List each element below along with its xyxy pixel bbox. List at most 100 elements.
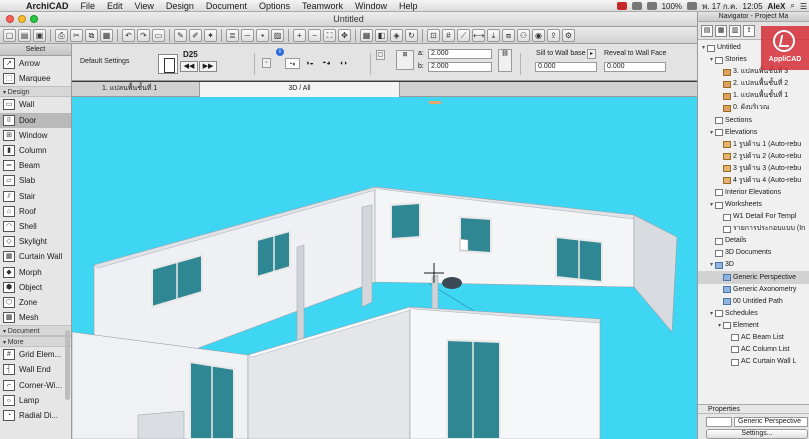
- tool-window[interactable]: ⊞ Window: [0, 128, 71, 143]
- tree-item[interactable]: Generic Axonometry: [698, 284, 809, 296]
- tree-item[interactable]: 2. แปลนพื้นชั้นที่ 2: [698, 78, 809, 90]
- dimension-schema-icon[interactable]: ⊞: [396, 50, 414, 70]
- 3d-viewport[interactable]: [72, 97, 697, 439]
- volume-tray-icon[interactable]: [646, 2, 657, 10]
- height-field[interactable]: 2.000: [428, 62, 492, 72]
- zoom-out-icon[interactable]: −: [308, 28, 321, 42]
- tool-grid-elem[interactable]: # Grid Elem...: [0, 347, 71, 362]
- menu-document[interactable]: Document: [200, 0, 253, 12]
- view-id-field[interactable]: [706, 417, 732, 427]
- project-map-icon[interactable]: ▤: [701, 24, 713, 37]
- tool-shell[interactable]: ◠ Shell: [0, 219, 71, 234]
- tree-item[interactable]: ▾ Schedules: [698, 308, 809, 320]
- tool-corner-wi[interactable]: ⌐ Corner-Wi...: [0, 378, 71, 393]
- tree-item[interactable]: Interior Elevations: [698, 187, 809, 199]
- copy-icon[interactable]: ⧉: [85, 28, 98, 42]
- gravity-icon[interactable]: ⤓: [487, 28, 500, 42]
- menu-edit[interactable]: Edit: [101, 0, 129, 12]
- disclosure-triangle-icon[interactable]: ▾: [708, 259, 715, 271]
- window-list-icon[interactable]: ▭: [152, 28, 165, 42]
- menu-help[interactable]: Help: [393, 0, 424, 12]
- wifi-tray-icon[interactable]: [631, 2, 642, 10]
- tool-radial-di[interactable]: ◔ Radial Di...: [0, 408, 71, 423]
- sill-field[interactable]: 0.000: [535, 62, 597, 72]
- tool-mesh[interactable]: ▩ Mesh: [0, 310, 71, 325]
- layer-name[interactable]: D25: [183, 50, 198, 59]
- tree-item[interactable]: Generic Perspective: [698, 271, 809, 284]
- tree-item[interactable]: AC Column List: [698, 344, 809, 356]
- width-field[interactable]: 2.000: [428, 49, 492, 59]
- opening-orient-4-icon[interactable]: ◖◗: [336, 58, 351, 69]
- measure-icon[interactable]: ⟷: [472, 28, 485, 42]
- toolbox-scrollbar[interactable]: [65, 330, 70, 400]
- tab-floor-plan[interactable]: 1. แปลนพื้นชั้นที่ 1: [72, 82, 200, 97]
- settings-icon[interactable]: ⚙: [562, 28, 575, 42]
- trace-icon[interactable]: ⊡: [427, 28, 440, 42]
- tree-item[interactable]: ▾ Element: [698, 320, 809, 332]
- settings-button[interactable]: Settings...: [706, 429, 808, 439]
- new-file-icon[interactable]: ▢: [3, 28, 16, 42]
- menu-teamwork[interactable]: Teamwork: [296, 0, 349, 12]
- tool-morph[interactable]: ◆ Morph: [0, 264, 71, 279]
- spotlight-icon[interactable]: ⌕: [790, 1, 794, 11]
- menu-list-icon[interactable]: ☰: [800, 2, 807, 11]
- paste-icon[interactable]: ▦: [100, 28, 113, 42]
- disclosure-triangle-icon[interactable]: ▾: [708, 199, 715, 211]
- zoom-in-icon[interactable]: +: [293, 28, 306, 42]
- tree-item[interactable]: Sections: [698, 114, 809, 126]
- disclosure-triangle-icon[interactable]: ▾: [708, 308, 715, 320]
- undo-icon[interactable]: ↶: [122, 28, 135, 42]
- tree-item[interactable]: 2 รูปด้าน 2 (Auto-rebu: [698, 151, 809, 163]
- grid-snap-icon[interactable]: #: [442, 28, 455, 42]
- publisher-icon[interactable]: ⇪: [743, 24, 755, 37]
- tree-item[interactable]: ▾ Elevations: [698, 127, 809, 139]
- next-element-button[interactable]: ▶▶: [199, 61, 217, 72]
- record-tray-icon[interactable]: [616, 2, 627, 10]
- save-file-icon[interactable]: ▣: [33, 28, 46, 42]
- view-map-icon[interactable]: ▦: [715, 24, 727, 37]
- opening-orient-3-icon[interactable]: ◓◕: [319, 58, 334, 69]
- cut-icon[interactable]: ✂: [70, 28, 83, 42]
- user-name[interactable]: AleX: [768, 2, 786, 11]
- publish-icon[interactable]: ⇪: [547, 28, 560, 42]
- tree-item[interactable]: AC Beam List: [698, 332, 809, 344]
- open-file-icon[interactable]: ▤: [18, 28, 31, 42]
- reveal-field[interactable]: 0.000: [604, 62, 666, 72]
- disclosure-triangle-icon[interactable]: ▾: [708, 54, 715, 66]
- tool-roof[interactable]: ⌂ Roof: [0, 204, 71, 219]
- tool-curtain-wall[interactable]: ▦ Curtain Wall: [0, 249, 71, 264]
- tool-stair[interactable]: ⫽ Stair: [0, 189, 71, 204]
- tool-arrow[interactable]: ➚ Arrow: [0, 56, 71, 71]
- fill-icon[interactable]: ▨: [271, 28, 284, 42]
- tree-item[interactable]: Details: [698, 235, 809, 247]
- orbit-icon[interactable]: ↻: [405, 28, 418, 42]
- flag-tray-icon[interactable]: [687, 2, 698, 10]
- disclosure-triangle-icon[interactable]: ▾: [708, 127, 715, 139]
- bimx-icon[interactable]: ◉: [532, 28, 545, 42]
- tree-item[interactable]: W1 Detail For Templ: [698, 211, 809, 223]
- view-name-field[interactable]: Generic Perspective: [734, 417, 808, 427]
- tool-skylight[interactable]: ◇ Skylight: [0, 234, 71, 249]
- tree-item[interactable]: AC Curtain Wall L: [698, 356, 809, 368]
- tree-item[interactable]: 1. แปลนพื้นชั้นที่ 1: [698, 90, 809, 102]
- tool-marquee[interactable]: ⬚ Marquee: [0, 71, 71, 86]
- tool-beam[interactable]: ═ Beam: [0, 158, 71, 173]
- link-dimensions-icon[interactable]: ⛓: [498, 49, 512, 72]
- menu-design[interactable]: Design: [160, 0, 200, 12]
- tree-item[interactable]: ▾ Worksheets: [698, 199, 809, 211]
- tree-item[interactable]: 0. ผังบริเวณ: [698, 102, 809, 114]
- menu-options[interactable]: Options: [253, 0, 296, 12]
- guide-line-icon[interactable]: ⟋: [457, 28, 470, 42]
- time-readout[interactable]: 12:05: [743, 2, 763, 11]
- tool-zone[interactable]: ⬡ Zone: [0, 295, 71, 310]
- line-type-icon[interactable]: ─: [241, 28, 254, 42]
- battery-percent[interactable]: 100%: [662, 2, 682, 11]
- tool-door[interactable]: ⌷ Door: [0, 112, 71, 128]
- door-settings-icon[interactable]: [158, 54, 178, 74]
- layout-book-icon[interactable]: ▥: [729, 24, 741, 37]
- pen-icon[interactable]: ▪: [256, 28, 269, 42]
- menu-file[interactable]: File: [75, 0, 102, 12]
- tree-item[interactable]: รายการประกอบแบบ (In: [698, 223, 809, 235]
- plan-view-icon[interactable]: ▦: [360, 28, 373, 42]
- properties-header[interactable]: Properties: [698, 405, 809, 414]
